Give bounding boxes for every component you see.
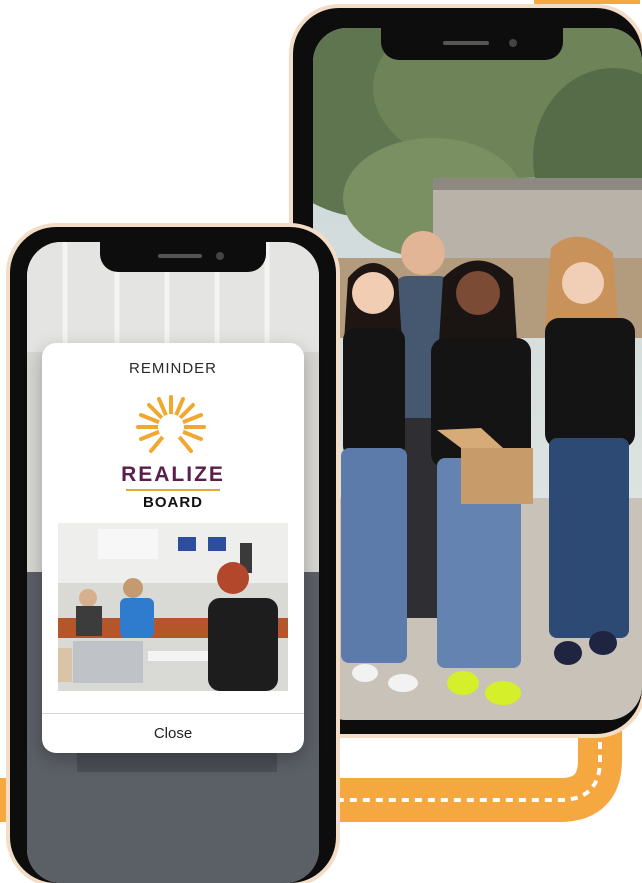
- group-of-people-image: [313, 28, 642, 720]
- logo-divider: [126, 489, 220, 491]
- modal-title: REMINDER: [128, 360, 217, 377]
- realize-sun-logo-icon: [136, 395, 206, 453]
- close-button[interactable]: Close: [42, 714, 304, 753]
- logo-subtitle: BOARD: [143, 494, 203, 511]
- phone-notch: [100, 242, 266, 272]
- meeting-photo: [58, 523, 288, 691]
- phone-notch: [381, 28, 563, 60]
- group-photo: [313, 28, 642, 720]
- logo-wordmark: REALIZE: [121, 463, 225, 486]
- reminder-modal: REMINDER REALIZE BOARD Close: [42, 343, 304, 753]
- right-phone-mockup: [293, 8, 642, 734]
